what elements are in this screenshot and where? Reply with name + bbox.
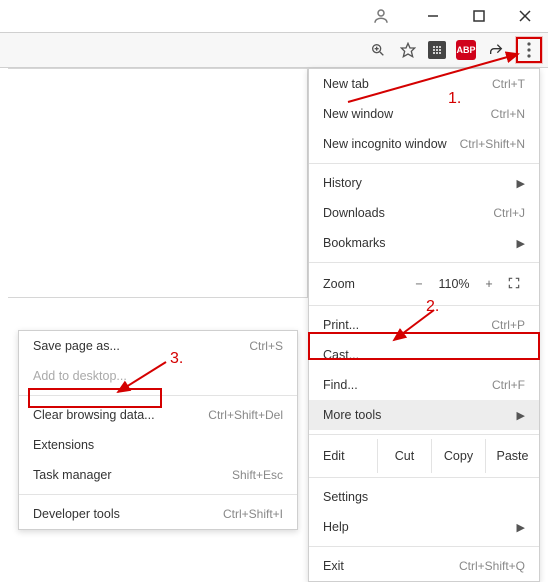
menu-shortcut: Ctrl+F	[492, 378, 525, 392]
more-tools-submenu: Save page as... Ctrl+S Add to desktop...…	[18, 330, 298, 530]
menu-separator	[309, 434, 539, 435]
menu-label: Settings	[323, 490, 368, 504]
menu-item-downloads[interactable]: Downloads Ctrl+J	[309, 198, 539, 228]
menu-label: Cast...	[323, 348, 359, 362]
submenu-item-extensions[interactable]: Extensions	[19, 430, 297, 460]
submenu-arrow-icon: ▶	[517, 409, 525, 422]
adblock-icon[interactable]: ABP	[456, 40, 476, 60]
menu-item-bookmarks[interactable]: Bookmarks ▶	[309, 228, 539, 258]
menu-shortcut: Ctrl+P	[491, 318, 525, 332]
menu-item-cast[interactable]: Cast...	[309, 340, 539, 370]
copy-button[interactable]: Copy	[431, 439, 485, 473]
menu-separator	[309, 546, 539, 547]
menu-separator	[19, 494, 297, 495]
menu-label: Bookmarks	[323, 236, 386, 250]
menu-separator	[309, 477, 539, 478]
page-content	[8, 68, 308, 298]
menu-item-help[interactable]: Help ▶	[309, 512, 539, 542]
menu-shortcut: Ctrl+Shift+N	[460, 137, 525, 151]
menu-label: Developer tools	[33, 507, 120, 521]
menu-item-more-tools[interactable]: More tools ▶	[309, 400, 539, 430]
toolbar: ABP	[0, 32, 548, 68]
zoom-label: Zoom	[323, 277, 405, 291]
extension-grid-icon[interactable]	[428, 41, 446, 59]
menu-item-new-window[interactable]: New window Ctrl+N	[309, 99, 539, 129]
menu-item-history[interactable]: History ▶	[309, 168, 539, 198]
menu-label: Add to desktop...	[33, 369, 127, 383]
bookmark-star-icon[interactable]	[398, 40, 418, 60]
menu-label: Save page as...	[33, 339, 120, 353]
submenu-item-clear-browsing-data[interactable]: Clear browsing data... Ctrl+Shift+Del	[19, 400, 297, 430]
submenu-item-save-page[interactable]: Save page as... Ctrl+S	[19, 331, 297, 361]
fullscreen-button[interactable]	[503, 276, 525, 293]
profile-icon[interactable]	[372, 7, 390, 25]
menu-label: New incognito window	[323, 137, 447, 151]
menu-shortcut: Ctrl+Shift+I	[223, 507, 283, 521]
submenu-item-developer-tools[interactable]: Developer tools Ctrl+Shift+I	[19, 499, 297, 529]
minimize-button[interactable]	[410, 0, 456, 32]
menu-label: Clear browsing data...	[33, 408, 155, 422]
main-menu: New tab Ctrl+T New window Ctrl+N New inc…	[308, 68, 540, 582]
menu-shortcut: Ctrl+N	[491, 107, 525, 121]
menu-item-edit: Edit Cut Copy Paste	[309, 439, 539, 473]
cut-button[interactable]: Cut	[377, 439, 431, 473]
close-button[interactable]	[502, 0, 548, 32]
submenu-item-task-manager[interactable]: Task manager Shift+Esc	[19, 460, 297, 490]
menu-shortcut: Ctrl+J	[493, 206, 525, 220]
zoom-value: 110%	[433, 277, 475, 291]
menu-separator	[309, 262, 539, 263]
title-bar	[0, 0, 548, 32]
menu-label: More tools	[323, 408, 381, 422]
menu-button[interactable]	[516, 37, 542, 63]
menu-label: Find...	[323, 378, 358, 392]
menu-separator	[19, 395, 297, 396]
menu-shortcut: Ctrl+S	[249, 339, 283, 353]
menu-separator	[309, 305, 539, 306]
menu-item-find[interactable]: Find... Ctrl+F	[309, 370, 539, 400]
menu-item-new-incognito[interactable]: New incognito window Ctrl+Shift+N	[309, 129, 539, 159]
edit-label: Edit	[323, 449, 377, 463]
zoom-icon[interactable]	[368, 40, 388, 60]
share-icon[interactable]	[486, 40, 506, 60]
menu-shortcut: Ctrl+Shift+Del	[208, 408, 283, 422]
menu-label: New window	[323, 107, 393, 121]
menu-item-settings[interactable]: Settings	[309, 482, 539, 512]
menu-separator	[309, 163, 539, 164]
menu-label: Exit	[323, 559, 344, 573]
menu-item-new-tab[interactable]: New tab Ctrl+T	[309, 69, 539, 99]
menu-shortcut: Ctrl+T	[492, 77, 525, 91]
submenu-arrow-icon: ▶	[517, 521, 525, 534]
maximize-button[interactable]	[456, 0, 502, 32]
menu-label: Help	[323, 520, 349, 534]
menu-item-exit[interactable]: Exit Ctrl+Shift+Q	[309, 551, 539, 581]
menu-label: New tab	[323, 77, 369, 91]
menu-shortcut: Shift+Esc	[232, 468, 283, 482]
submenu-item-add-desktop: Add to desktop...	[19, 361, 297, 391]
paste-button[interactable]: Paste	[485, 439, 539, 473]
menu-label: Downloads	[323, 206, 385, 220]
submenu-arrow-icon: ▶	[517, 177, 525, 190]
zoom-out-button[interactable]: −	[405, 277, 433, 291]
menu-label: Task manager	[33, 468, 112, 482]
menu-item-print[interactable]: Print... Ctrl+P	[309, 310, 539, 340]
submenu-arrow-icon: ▶	[517, 237, 525, 250]
menu-shortcut: Ctrl+Shift+Q	[459, 559, 525, 573]
menu-label: History	[323, 176, 362, 190]
zoom-in-button[interactable]: +	[475, 277, 503, 291]
menu-item-zoom: Zoom − 110% +	[309, 267, 539, 301]
menu-label: Print...	[323, 318, 359, 332]
menu-label: Extensions	[33, 438, 94, 452]
